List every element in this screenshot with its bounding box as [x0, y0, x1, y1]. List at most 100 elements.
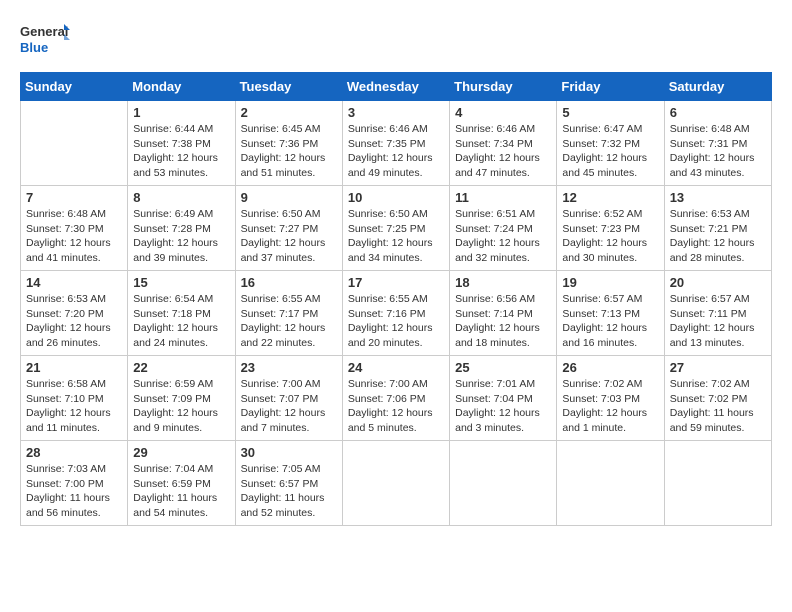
day-number: 3 [348, 105, 444, 120]
day-cell: 8Sunrise: 6:49 AM Sunset: 7:28 PM Daylig… [128, 186, 235, 271]
day-cell: 12 Sunrise: 6:52 AM Sunset: 7:23 PM Dayli… [557, 186, 664, 271]
day-number: 1 [133, 105, 229, 120]
day-info: Sunrise: 6:49 AM Sunset: 7:28 PM Dayligh… [133, 207, 229, 266]
day-info: Sunrise: 6:57 AM Sunset: 7:13 PM Dayligh… [562, 292, 658, 351]
day-number: 17 [348, 275, 444, 290]
day-info: Sunrise: 6:54 AM Sunset: 7:18 PM Dayligh… [133, 292, 229, 351]
day-info: Sunrise: 7:02 AM Sunset: 7:02 PM Dayligh… [670, 377, 766, 436]
week-row-2: 7 Sunrise: 6:48 AM Sunset: 7:30 PM Daylig… [21, 186, 772, 271]
day-cell: 18Sunrise: 6:56 AM Sunset: 7:14 PM Dayli… [450, 271, 557, 356]
weekday-header-tuesday: Tuesday [235, 73, 342, 101]
weekday-header-wednesday: Wednesday [342, 73, 449, 101]
svg-text:General: General [20, 24, 68, 39]
day-info: Sunrise: 6:48 AM Sunset: 7:31 PM Dayligh… [670, 122, 766, 181]
day-cell: 27Sunrise: 7:02 AM Sunset: 7:02 PM Dayli… [664, 356, 771, 441]
day-number: 18 [455, 275, 551, 290]
week-row-1: 1 Sunrise: 6:44 AM Sunset: 7:38 PM Daylig… [21, 101, 772, 186]
day-cell: 9Sunrise: 6:50 AM Sunset: 7:27 PM Daylig… [235, 186, 342, 271]
day-info: Sunrise: 7:00 AM Sunset: 7:07 PM Dayligh… [241, 377, 337, 436]
day-number: 30 [241, 445, 337, 460]
day-number: 15 [133, 275, 229, 290]
day-info: Sunrise: 6:50 AM Sunset: 7:25 PM Dayligh… [348, 207, 444, 266]
day-info: Sunrise: 6:52 AM Sunset: 7:23 PM Dayligh… [562, 207, 658, 266]
day-info: Sunrise: 6:51 AM Sunset: 7:24 PM Dayligh… [455, 207, 551, 266]
day-cell: 25 Sunrise: 7:01 AM Sunset: 7:04 PM Dayli… [450, 356, 557, 441]
day-info: Sunrise: 7:04 AM Sunset: 6:59 PM Dayligh… [133, 462, 229, 521]
day-number: 5 [562, 105, 658, 120]
calendar-table: SundayMondayTuesdayWednesdayThursdayFrid… [20, 72, 772, 526]
day-cell: 19 Sunrise: 6:57 AM Sunset: 7:13 PM Dayli… [557, 271, 664, 356]
week-row-5: 28 Sunrise: 7:03 AM Sunset: 7:00 PM Dayli… [21, 441, 772, 526]
day-info: Sunrise: 6:53 AM Sunset: 7:20 PM Dayligh… [26, 292, 122, 351]
day-info: Sunrise: 6:45 AM Sunset: 7:36 PM Dayligh… [241, 122, 337, 181]
day-cell [557, 441, 664, 526]
day-cell: 6 Sunrise: 6:48 AM Sunset: 7:31 PM Daylig… [664, 101, 771, 186]
day-cell: 1 Sunrise: 6:44 AM Sunset: 7:38 PM Daylig… [128, 101, 235, 186]
day-cell: 4 Sunrise: 6:46 AM Sunset: 7:34 PM Daylig… [450, 101, 557, 186]
day-info: Sunrise: 6:57 AM Sunset: 7:11 PM Dayligh… [670, 292, 766, 351]
day-cell: 17 Sunrise: 6:55 AM Sunset: 7:16 PM Dayli… [342, 271, 449, 356]
weekday-header-row: SundayMondayTuesdayWednesdayThursdayFrid… [21, 73, 772, 101]
day-number: 16 [241, 275, 337, 290]
day-cell: 28 Sunrise: 7:03 AM Sunset: 7:00 PM Dayli… [21, 441, 128, 526]
day-number: 4 [455, 105, 551, 120]
day-cell [664, 441, 771, 526]
day-number: 20 [670, 275, 766, 290]
day-info: Sunrise: 6:55 AM Sunset: 7:16 PM Dayligh… [348, 292, 444, 351]
day-cell: 2 Sunrise: 6:45 AM Sunset: 7:36 PM Daylig… [235, 101, 342, 186]
logo-svg: General Blue [20, 20, 70, 62]
day-cell [21, 101, 128, 186]
day-info: Sunrise: 6:53 AM Sunset: 7:21 PM Dayligh… [670, 207, 766, 266]
day-info: Sunrise: 7:03 AM Sunset: 7:00 PM Dayligh… [26, 462, 122, 521]
day-info: Sunrise: 6:48 AM Sunset: 7:30 PM Dayligh… [26, 207, 122, 266]
day-info: Sunrise: 6:46 AM Sunset: 7:35 PM Dayligh… [348, 122, 444, 181]
weekday-header-monday: Monday [128, 73, 235, 101]
day-number: 29 [133, 445, 229, 460]
day-number: 26 [562, 360, 658, 375]
day-cell: 29 Sunrise: 7:04 AM Sunset: 6:59 PM Dayli… [128, 441, 235, 526]
day-info: Sunrise: 6:59 AM Sunset: 7:09 PM Dayligh… [133, 377, 229, 436]
week-row-4: 21Sunrise: 6:58 AM Sunset: 7:10 PM Dayli… [21, 356, 772, 441]
day-number: 7 [26, 190, 122, 205]
day-number: 12 [562, 190, 658, 205]
day-info: Sunrise: 7:01 AM Sunset: 7:04 PM Dayligh… [455, 377, 551, 436]
day-cell: 7 Sunrise: 6:48 AM Sunset: 7:30 PM Daylig… [21, 186, 128, 271]
weekday-header-friday: Friday [557, 73, 664, 101]
weekday-header-thursday: Thursday [450, 73, 557, 101]
day-info: Sunrise: 6:44 AM Sunset: 7:38 PM Dayligh… [133, 122, 229, 181]
day-number: 6 [670, 105, 766, 120]
day-cell: 16 Sunrise: 6:55 AM Sunset: 7:17 PM Dayli… [235, 271, 342, 356]
day-number: 14 [26, 275, 122, 290]
day-cell: 11 Sunrise: 6:51 AM Sunset: 7:24 PM Dayli… [450, 186, 557, 271]
day-cell: 10Sunrise: 6:50 AM Sunset: 7:25 PM Dayli… [342, 186, 449, 271]
day-cell: 15 Sunrise: 6:54 AM Sunset: 7:18 PM Dayli… [128, 271, 235, 356]
day-number: 2 [241, 105, 337, 120]
day-cell: 26 Sunrise: 7:02 AM Sunset: 7:03 PM Dayli… [557, 356, 664, 441]
day-info: Sunrise: 7:05 AM Sunset: 6:57 PM Dayligh… [241, 462, 337, 521]
day-info: Sunrise: 7:00 AM Sunset: 7:06 PM Dayligh… [348, 377, 444, 436]
day-cell: 14 Sunrise: 6:53 AM Sunset: 7:20 PM Dayli… [21, 271, 128, 356]
day-number: 21 [26, 360, 122, 375]
day-number: 11 [455, 190, 551, 205]
day-number: 13 [670, 190, 766, 205]
page-header: General Blue [20, 20, 772, 62]
day-cell: 24 Sunrise: 7:00 AM Sunset: 7:06 PM Dayli… [342, 356, 449, 441]
day-number: 19 [562, 275, 658, 290]
day-cell: 30 Sunrise: 7:05 AM Sunset: 6:57 PM Dayli… [235, 441, 342, 526]
day-cell [342, 441, 449, 526]
week-row-3: 14 Sunrise: 6:53 AM Sunset: 7:20 PM Dayli… [21, 271, 772, 356]
weekday-header-sunday: Sunday [21, 73, 128, 101]
day-number: 25 [455, 360, 551, 375]
day-cell: 13 Sunrise: 6:53 AM Sunset: 7:21 PM Dayli… [664, 186, 771, 271]
day-cell: 23Sunrise: 7:00 AM Sunset: 7:07 PM Dayli… [235, 356, 342, 441]
day-info: Sunrise: 7:02 AM Sunset: 7:03 PM Dayligh… [562, 377, 658, 436]
day-number: 24 [348, 360, 444, 375]
day-info: Sunrise: 6:55 AM Sunset: 7:17 PM Dayligh… [241, 292, 337, 351]
day-number: 9 [241, 190, 337, 205]
weekday-header-saturday: Saturday [664, 73, 771, 101]
day-number: 28 [26, 445, 122, 460]
day-cell: 3 Sunrise: 6:46 AM Sunset: 7:35 PM Daylig… [342, 101, 449, 186]
svg-text:Blue: Blue [20, 40, 48, 55]
day-info: Sunrise: 6:46 AM Sunset: 7:34 PM Dayligh… [455, 122, 551, 181]
day-cell: 22Sunrise: 6:59 AM Sunset: 7:09 PM Dayli… [128, 356, 235, 441]
